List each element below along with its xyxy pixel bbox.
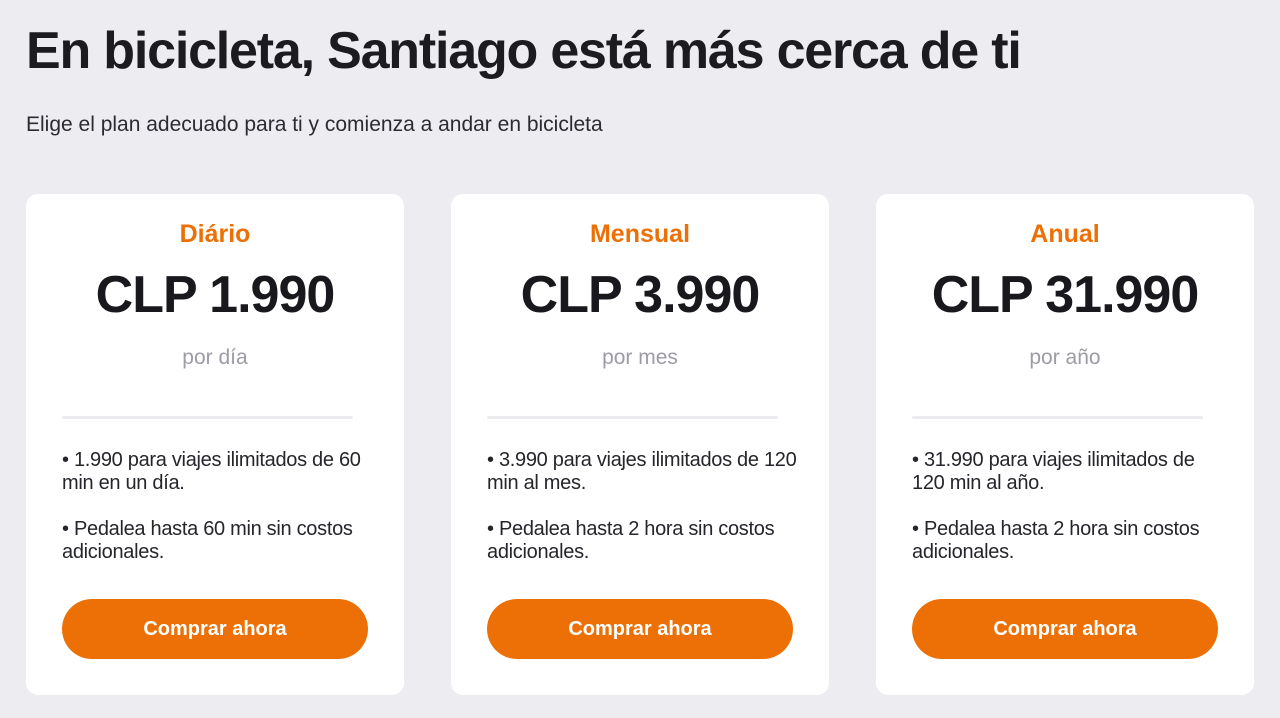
buy-now-button[interactable]: Comprar ahora (62, 599, 368, 659)
plan-price: CLP 3.990 (520, 266, 761, 324)
plan-divider (62, 416, 353, 419)
plan-feature: • 1.990 para viajes ilimitados de 60 min… (62, 449, 361, 494)
plan-feature: • Pedalea hasta 60 min sin costos adicio… (62, 518, 353, 563)
plan-feature: • 3.990 para viajes ilimitados de 120 mi… (487, 449, 797, 494)
pricing-page: En bicicleta, Santiago está más cerca de… (0, 0, 1280, 718)
page-subtitle: Elige el plan adecuado para ti y comienz… (26, 113, 603, 136)
plan-period: por año (1029, 346, 1101, 369)
plan-period: por mes (602, 346, 678, 369)
plan-feature: • Pedalea hasta 2 hora sin costos adicio… (912, 518, 1200, 563)
plan-card-monthly: Mensual CLP 3.990 por mes • 3.990 para v… (451, 194, 829, 695)
plan-cards: Diário CLP 1.990 por día • 1.990 para vi… (26, 194, 1255, 695)
plan-name: Mensual (589, 220, 691, 248)
plan-period: por día (182, 346, 248, 369)
plan-name: Diário (179, 220, 251, 248)
plan-feature: • Pedalea hasta 2 hora sin costos adicio… (487, 518, 775, 563)
buy-now-button[interactable]: Comprar ahora (487, 599, 793, 659)
plan-card-annual: Anual CLP 31.990 por año • 31.990 para v… (876, 194, 1254, 695)
plan-divider (912, 416, 1203, 419)
buy-now-button[interactable]: Comprar ahora (912, 599, 1218, 659)
plan-name: Anual (1030, 220, 1100, 248)
plan-card-daily: Diário CLP 1.990 por día • 1.990 para vi… (26, 194, 404, 695)
page-title: En bicicleta, Santiago está más cerca de… (26, 22, 1022, 80)
plan-price: CLP 31.990 (931, 266, 1200, 324)
plan-feature: • 31.990 para viajes ilimitados de 120 m… (912, 449, 1195, 494)
plan-divider (487, 416, 778, 419)
plan-price: CLP 1.990 (95, 266, 336, 324)
